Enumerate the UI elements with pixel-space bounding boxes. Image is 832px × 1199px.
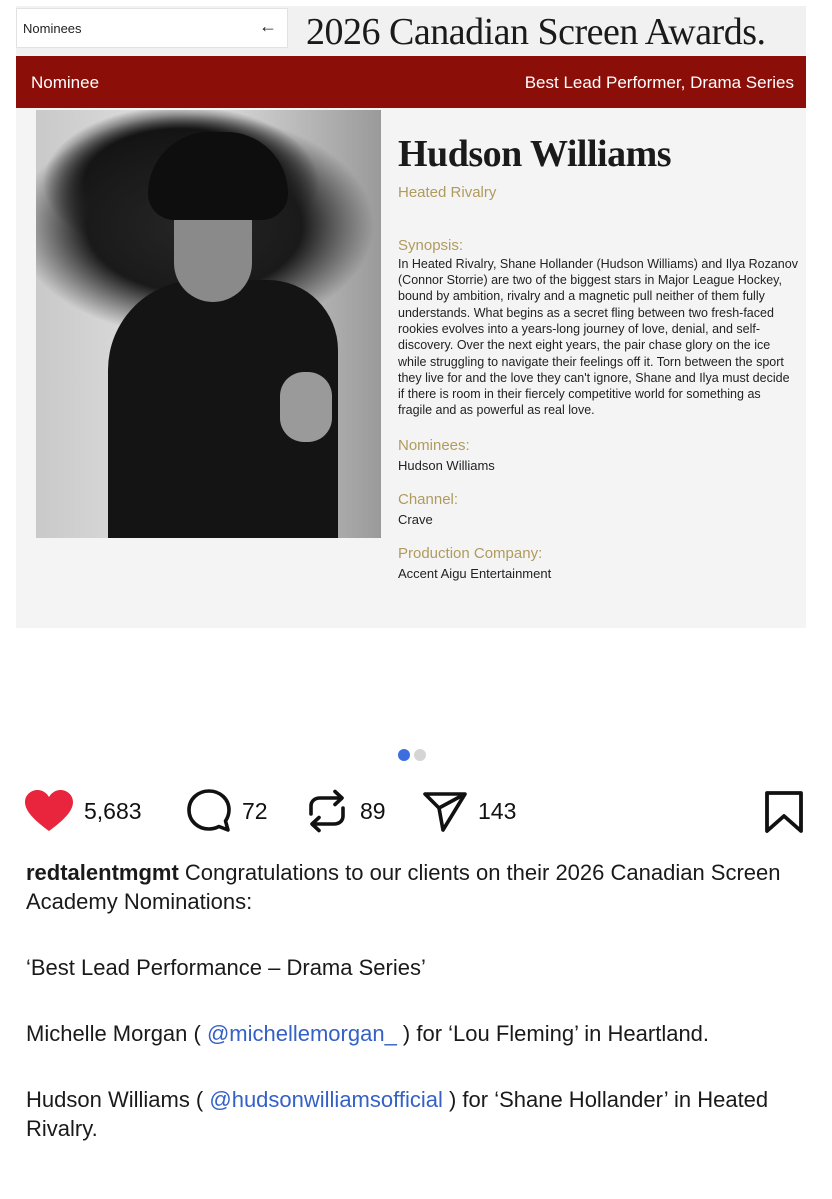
synopsis-heading: Synopsis: — [398, 236, 464, 254]
category-bar-right: Best Lead Performer, Drama Series — [524, 73, 794, 92]
caption-line-1-post: ) for ‘Lou Fleming’ in Heartland. — [396, 1021, 710, 1046]
photo-hair — [148, 132, 288, 220]
mention-link[interactable]: @michellemorgan_ — [207, 1021, 397, 1046]
carousel-dot-2[interactable] — [414, 749, 426, 761]
person-name: Hudson Williams — [398, 133, 672, 175]
carousel-dot-1[interactable] — [398, 749, 410, 761]
nominee-photo — [36, 110, 381, 538]
like-button[interactable]: 5,683 — [24, 788, 142, 834]
nominees-value: Hudson Williams — [398, 457, 495, 473]
heart-icon — [25, 790, 73, 831]
send-icon — [423, 792, 467, 832]
channel-value: Crave — [398, 511, 433, 527]
comment-button[interactable]: 72 — [186, 788, 268, 834]
caption-line-2: Hudson Williams ( @hudsonwilliamsofficia… — [26, 1085, 806, 1143]
nominee-details: Hudson Williams Heated Rivalry Synopsis:… — [398, 133, 798, 581]
share-count: 143 — [478, 797, 517, 824]
mention-link[interactable]: @hudsonwilliamsofficial — [209, 1087, 442, 1112]
like-count: 5,683 — [84, 797, 142, 824]
caption-line-1: Michelle Morgan ( @michellemorgan_ ) for… — [26, 1019, 806, 1048]
production-heading: Production Company: — [398, 544, 543, 562]
back-arrow-icon[interactable]: ← — [259, 16, 277, 37]
username-link[interactable]: redtalentmgmt — [26, 860, 179, 885]
bookmark-icon — [765, 791, 803, 833]
post-caption: redtalentmgmt Congratulations to our cli… — [26, 858, 806, 1180]
repost-count: 89 — [360, 797, 386, 824]
nominees-heading: Nominees: — [398, 436, 470, 454]
comment-icon — [187, 789, 231, 832]
action-bar: 5,683 72 89 143 — [24, 788, 808, 836]
repost-icon — [309, 789, 345, 833]
caption-category: ‘Best Lead Performance – Drama Series’ — [26, 955, 426, 980]
synopsis-text: In Heated Rivalry, Shane Hollander (Huds… — [398, 256, 798, 418]
show-title: Heated Rivalry — [398, 183, 497, 201]
comment-count: 72 — [242, 797, 268, 824]
awards-title: 2026 Canadian Screen Awards. — [306, 11, 766, 53]
repost-button[interactable]: 89 — [304, 788, 386, 834]
share-button[interactable]: 143 — [422, 788, 516, 834]
post-image[interactable]: Nominees ← 2026 Canadian Screen Awards. … — [16, 6, 806, 628]
awards-header: Nominees ← 2026 Canadian Screen Awards. — [16, 6, 806, 54]
carousel-indicator — [398, 748, 430, 762]
dropdown-label: Nominees — [23, 21, 82, 36]
photo-hand — [280, 372, 332, 442]
category-bar-left: Nominee — [31, 73, 100, 92]
caption-line-1-pre: Michelle Morgan ( — [26, 1021, 207, 1046]
nominees-dropdown[interactable]: Nominees ← — [16, 8, 288, 48]
bookmark-button[interactable] — [764, 790, 804, 839]
channel-heading: Channel: — [398, 490, 459, 508]
production-value: Accent Aigu Entertainment — [398, 565, 552, 581]
category-bar: Nominee Best Lead Performer, Drama Serie… — [16, 56, 806, 108]
caption-line-2-pre: Hudson Williams ( — [26, 1087, 210, 1112]
caption-intro: redtalentmgmt Congratulations to our cli… — [26, 858, 806, 916]
